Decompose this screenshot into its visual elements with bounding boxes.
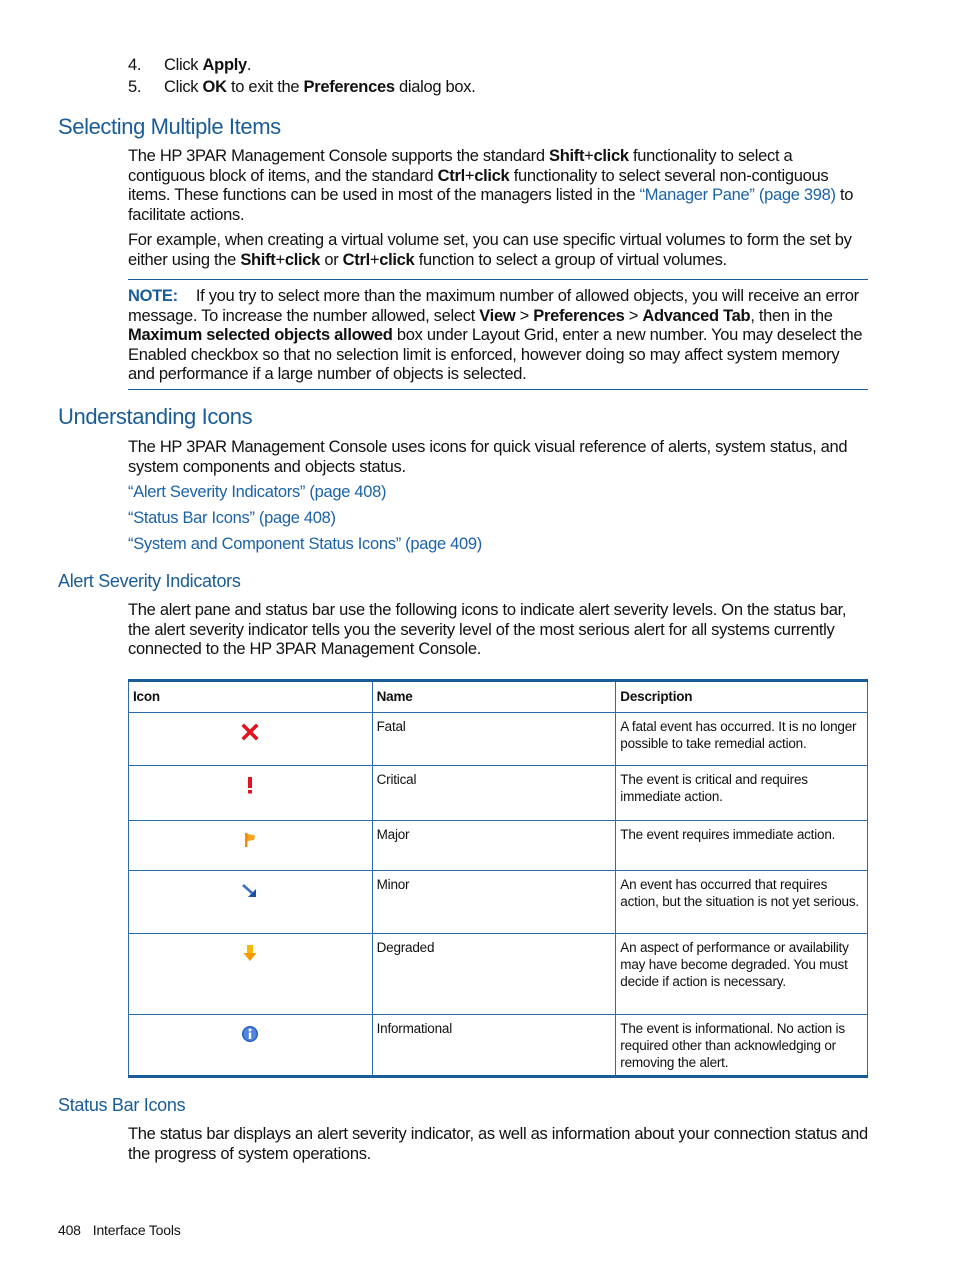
- ok-label: OK: [202, 78, 227, 96]
- alert-description: An aspect of performance or availability…: [615, 933, 868, 1015]
- step-4: 4. Click Apply.: [128, 56, 252, 74]
- alert-description: The event is critical and requires immed…: [615, 765, 868, 821]
- critical-exclamation-icon: [241, 776, 259, 794]
- major-flag-icon: [241, 831, 259, 849]
- paragraph-understanding-icons: The HP 3PAR Management Console uses icon…: [128, 438, 848, 476]
- subsection-heading-status-bar-icons: Status Bar Icons: [58, 1095, 186, 1115]
- apply-label: Apply: [202, 56, 248, 74]
- page-footer: 408 Interface Tools: [58, 1222, 181, 1238]
- informational-info-icon: [241, 1025, 259, 1043]
- paragraph-alert-severity: The alert pane and status bar use the fo…: [128, 601, 847, 658]
- table-row: Degraded An aspect of performance or ava…: [128, 933, 868, 1015]
- page-number: 408: [58, 1222, 81, 1238]
- table-row: Critical The event is critical and requi…: [128, 765, 868, 821]
- table-header-row: Icon Name Description: [128, 680, 868, 713]
- step-number: 4.: [128, 56, 142, 74]
- manager-pane-link[interactable]: “Manager Pane” (page 398): [640, 186, 836, 204]
- subsection-heading-alert-severity-indicators: Alert Severity Indicators: [58, 571, 241, 591]
- alert-severity-table: Icon Name Description Fatal A fatal even…: [128, 679, 868, 1078]
- link-alert-severity-indicators[interactable]: “Alert Severity Indicators” (page 408): [128, 483, 387, 503]
- alert-description: An event has occurred that requires acti…: [615, 870, 868, 934]
- alert-name: Minor: [371, 870, 617, 934]
- degraded-down-arrow-icon: [241, 944, 259, 962]
- step-number: 5.: [128, 78, 142, 96]
- paragraph-shift-ctrl-click: The HP 3PAR Management Console supports …: [128, 147, 854, 224]
- table-row: Minor An event has occurred that require…: [128, 870, 868, 934]
- link-system-component-status-icons[interactable]: “System and Component Status Icons” (pag…: [128, 535, 482, 555]
- alert-name: Degraded: [371, 933, 617, 1015]
- alert-description: The event is informational. No action is…: [615, 1014, 868, 1077]
- table-row: Fatal A fatal event has occurred. It is …: [128, 712, 868, 766]
- alert-name: Informational: [371, 1014, 617, 1077]
- column-header-name: Name: [371, 680, 617, 713]
- step-5: 5. Click OK to exit the Preferences dialo…: [128, 78, 476, 96]
- paragraph-status-bar: The status bar displays an alert severit…: [128, 1125, 868, 1163]
- paragraph-virtual-volume-example: For example, when creating a virtual vol…: [128, 231, 852, 269]
- alert-name: Critical: [371, 765, 617, 821]
- note-label: NOTE:: [128, 287, 178, 305]
- table-row: Major The event requires immediate actio…: [128, 820, 868, 871]
- fatal-x-icon: [241, 723, 259, 741]
- link-status-bar-icons[interactable]: “Status Bar Icons” (page 408): [128, 509, 336, 529]
- alert-description: A fatal event has occurred. It is no lon…: [615, 712, 868, 766]
- column-header-description: Description: [615, 680, 868, 713]
- table-row: Informational The event is informational…: [128, 1014, 868, 1077]
- minor-arrow-icon: [241, 881, 259, 899]
- column-header-icon: Icon: [128, 680, 373, 713]
- section-heading-selecting-multiple-items: Selecting Multiple Items: [58, 114, 281, 139]
- alert-name: Major: [371, 820, 617, 871]
- chapter-title: Interface Tools: [92, 1222, 181, 1238]
- section-heading-understanding-icons: Understanding Icons: [58, 404, 253, 429]
- alert-description: The event requires immediate action.: [615, 820, 868, 871]
- preferences-label: Preferences: [303, 78, 395, 96]
- alert-name: Fatal: [371, 712, 617, 766]
- note-box: NOTE: If you try to select more than the …: [128, 279, 868, 390]
